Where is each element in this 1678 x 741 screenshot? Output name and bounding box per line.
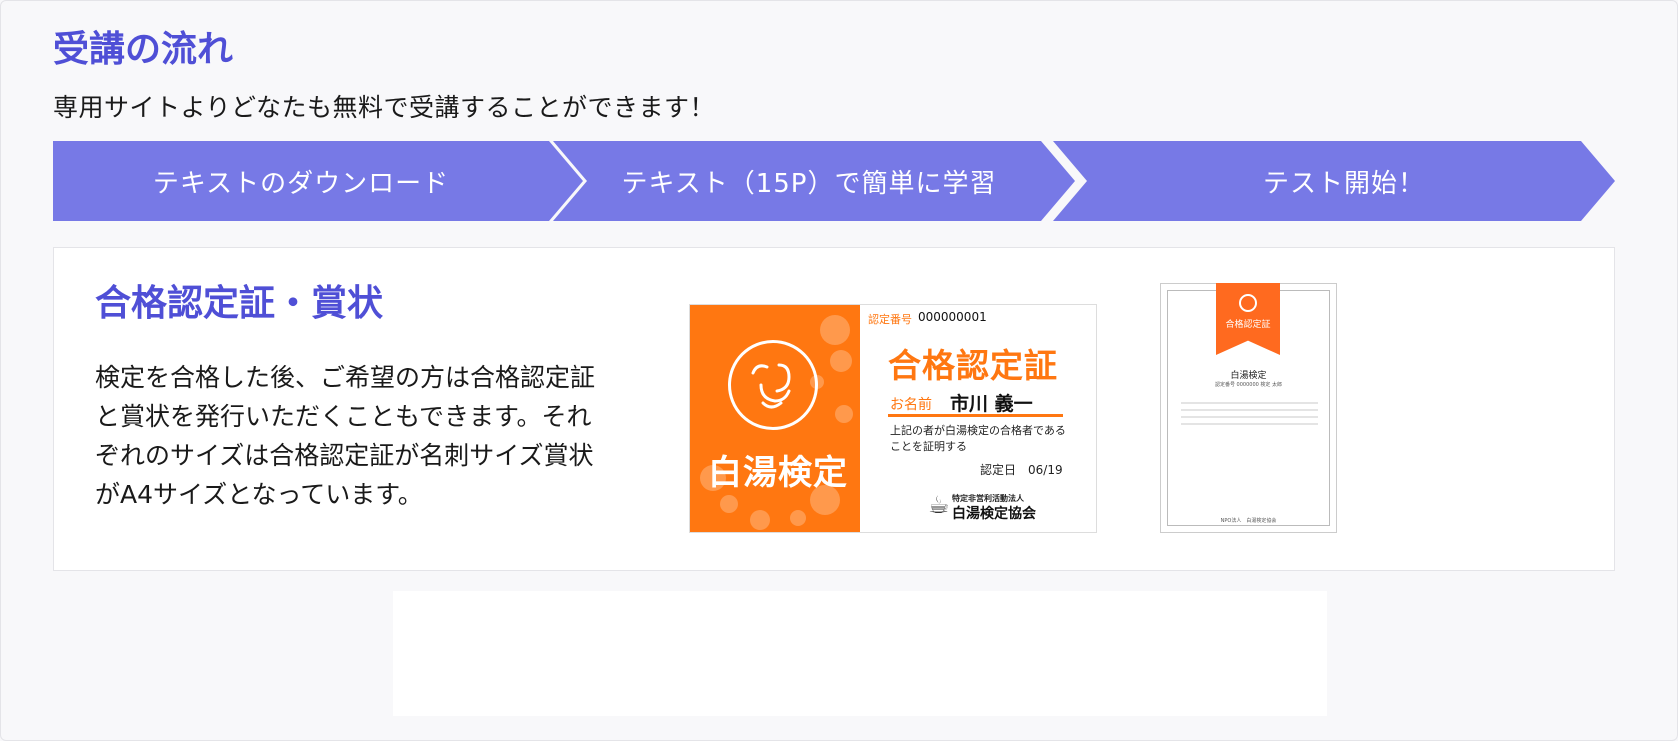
embedded-frame [393, 591, 1327, 716]
step-study: テキスト（15P）で簡単に学習 [553, 141, 1075, 221]
cert-date: 認定日 06/19 [980, 463, 1063, 477]
section-lead: 専用サイトよりどなたも無料で受講することができます！ [53, 93, 716, 122]
certificate-card: 合格認定証・賞状 検定を合格した後、ご希望の方は合格認定証と賞状を発行いただくこ… [53, 247, 1615, 571]
sayu-logo-icon [728, 340, 818, 430]
step-label: テスト開始！ [1262, 168, 1425, 199]
association-mark-icon: ☕ [928, 491, 950, 519]
award-title: 白湯検定 [1230, 371, 1267, 381]
cert-name: 市川 義一 [950, 393, 1033, 415]
decor-dot [790, 510, 806, 526]
step-test: テスト開始！ [1053, 141, 1615, 221]
text-line [1181, 409, 1318, 411]
ribbon-text: 合格認定証 [1225, 320, 1271, 330]
cert-name-label: お名前 [890, 397, 932, 413]
step-label: テキスト（15P）で簡単に学習 [621, 168, 997, 199]
card-title: 合格認定証・賞状 [95, 283, 384, 324]
decor-dot [835, 405, 853, 423]
decor-dot [820, 315, 850, 345]
association-name: 白湯検定協会 [952, 506, 1036, 522]
decor-dot [750, 510, 770, 530]
cert-heading: 合格認定証 [888, 346, 1058, 385]
award-text-lines [1181, 402, 1318, 430]
cert-description: 上記の者が白湯検定の合格者であることを証明する [890, 424, 1066, 453]
name-underline [888, 414, 1063, 417]
decor-dot [830, 350, 852, 372]
text-line [1181, 416, 1318, 418]
decor-dot [720, 495, 738, 513]
award-subtitle: 認定番号 0000000 検定 太郎 [1214, 382, 1283, 388]
cup-icon [1239, 294, 1257, 312]
award-image: 合格認定証 白湯検定 認定番号 0000000 検定 太郎 NPO法人 白湯検定… [1160, 283, 1337, 533]
brand-logo-text: 白湯検定 [708, 453, 848, 493]
award-footer: NPO法人 白湯検定協会 [1220, 518, 1277, 524]
cert-number-label: 認定番号 [868, 313, 912, 326]
step-label: テキストのダウンロード [152, 168, 450, 199]
card-body: 検定を合格した後、ご希望の方は合格認定証と賞状を発行いただくこともできます。それ… [95, 363, 596, 509]
step-download: テキストのダウンロード [53, 141, 583, 221]
section-title: 受講の流れ [53, 29, 234, 70]
certificate-brand-panel: 白湯検定 [690, 305, 860, 532]
process-steps: テキストのダウンロード テキスト（15P）で簡単に学習 テスト開始！ [53, 141, 1615, 221]
certificate-image: 白湯検定 認定番号 000000001 合格認定証 お名前 市川 義一 上記の者… [689, 304, 1097, 533]
text-line [1181, 423, 1318, 425]
text-line [1181, 402, 1318, 404]
cert-number: 000000001 [918, 310, 987, 324]
